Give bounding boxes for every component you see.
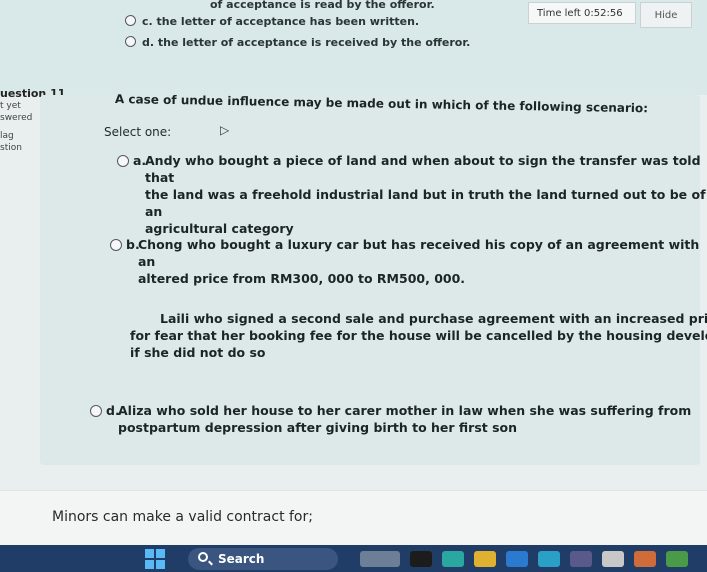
select-one-label: Select one:: [104, 125, 172, 139]
radio-icon[interactable]: [125, 36, 136, 47]
mouse-cursor-icon: ▷: [220, 123, 230, 137]
taskbar: Search: [0, 545, 707, 572]
taskbar-app-icon[interactable]: [442, 551, 464, 567]
folder-icon[interactable]: [474, 551, 496, 567]
taskbar-app-icon[interactable]: [570, 551, 592, 567]
previous-question-fragment: of acceptance is read by the offeror.: [210, 0, 435, 11]
radio-icon[interactable]: [90, 405, 102, 417]
weather-widget-icon[interactable]: [360, 551, 400, 567]
radio-icon[interactable]: [110, 239, 122, 251]
previous-option-c[interactable]: c. the letter of acceptance has been wri…: [125, 15, 419, 28]
time-left: Time left 0:52:56: [528, 2, 636, 24]
taskbar-search-box[interactable]: Search: [188, 548, 338, 570]
radio-icon[interactable]: [117, 155, 129, 167]
option-d[interactable]: d. Aliza who sold her house to her carer…: [90, 402, 691, 436]
taskbar-app-icon[interactable]: [538, 551, 560, 567]
radio-icon[interactable]: [125, 15, 136, 26]
taskbar-app-icon[interactable]: [410, 551, 432, 567]
taskbar-app-icon[interactable]: [634, 551, 656, 567]
windows-start-icon[interactable]: [145, 549, 165, 569]
option-a[interactable]: a. Andy who bought a piece of land and w…: [117, 152, 707, 237]
option-b[interactable]: b. Chong who bought a luxury car but has…: [110, 236, 707, 287]
option-c[interactable]: c. Laili who signed a second sale and pu…: [130, 310, 707, 361]
taskbar-app-icon[interactable]: [666, 551, 688, 567]
next-question-panel: Minors can make a valid contract for;: [0, 490, 707, 546]
next-question-text: Minors can make a valid contract for;: [52, 509, 313, 525]
hide-button[interactable]: Hide: [640, 2, 692, 28]
taskbar-app-icon[interactable]: [506, 551, 528, 567]
search-icon: [198, 552, 208, 562]
taskbar-app-icon[interactable]: [602, 551, 624, 567]
previous-option-d[interactable]: d. the letter of acceptance is received …: [125, 36, 470, 49]
